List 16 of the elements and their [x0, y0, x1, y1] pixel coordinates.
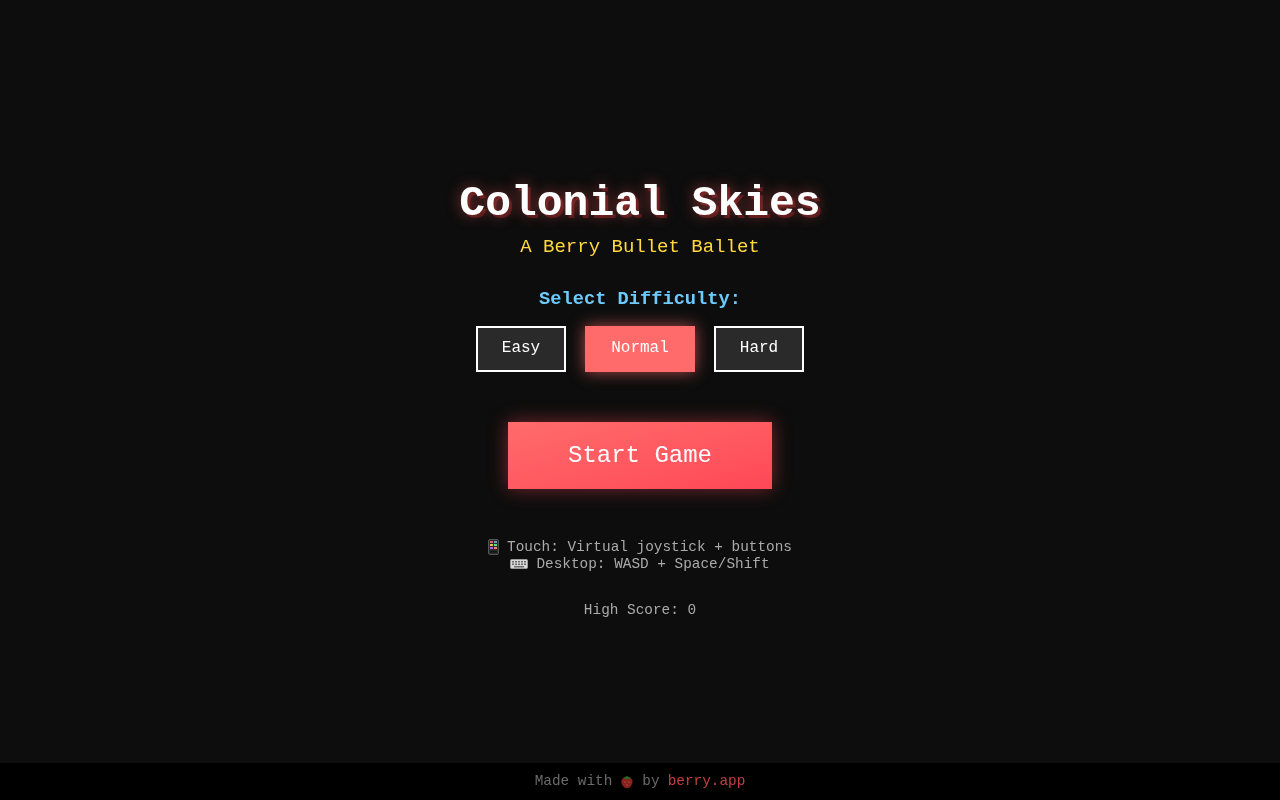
footer-text: Made with: [534, 771, 613, 791]
start-game-button[interactable]: Start Game: [508, 422, 772, 489]
keyboard-icon: [510, 559, 529, 570]
phone-icon: [488, 539, 499, 556]
high-score: High Score: 0: [583, 602, 697, 619]
controls-hint: Desktop: WASD + Space/Shift: [536, 556, 770, 573]
footer-text: by: [642, 771, 660, 791]
berry-app-link[interactable]: berry.app: [667, 770, 746, 793]
game-subtitle: A Berry Bullet Ballet: [520, 236, 760, 259]
difficulty-label: Select Difficulty:: [539, 288, 741, 311]
game-title: Colonial Skies: [459, 178, 821, 230]
controls-hint: Touch: Virtual joystick + buttons: [507, 539, 792, 556]
difficulty-button[interactable]: Hard: [713, 326, 805, 372]
difficulty-button[interactable]: Easy: [475, 326, 567, 372]
strawberry-icon: [620, 773, 635, 790]
difficulty-button[interactable]: Normal: [585, 326, 695, 372]
